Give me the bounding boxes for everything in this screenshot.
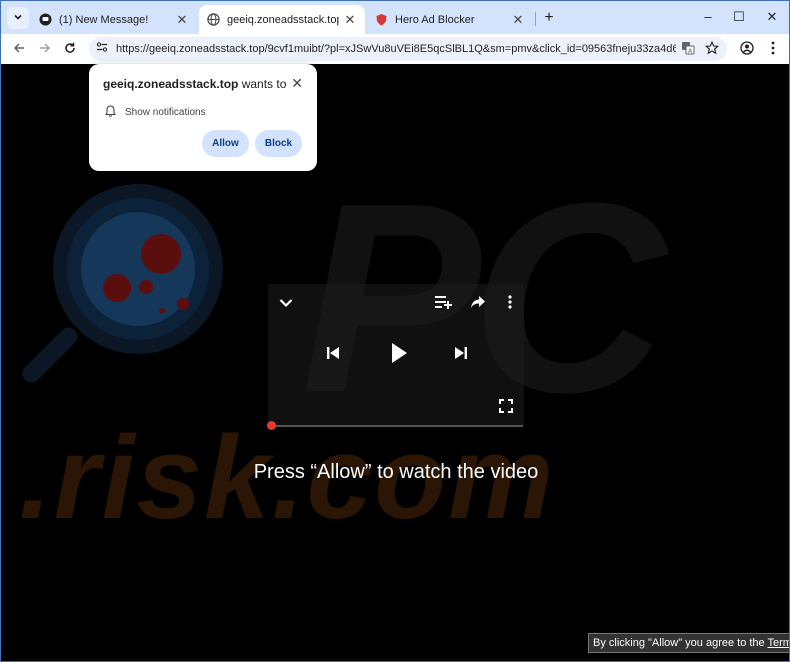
skip-previous-icon bbox=[326, 346, 340, 365]
progress-scrubber[interactable] bbox=[267, 421, 276, 430]
back-button[interactable] bbox=[9, 39, 29, 59]
reload-icon bbox=[64, 41, 76, 57]
tab-separator bbox=[535, 12, 536, 26]
browser-window: (1) New Message! ✕ geeiq.zoneadsstack.to… bbox=[0, 0, 790, 662]
tab-hero-ad-blocker[interactable]: Hero Ad Blocker ✕ bbox=[367, 5, 533, 34]
fullscreen-button[interactable] bbox=[496, 398, 516, 418]
fullscreen-icon bbox=[499, 398, 513, 418]
site-info-icon[interactable] bbox=[96, 40, 108, 58]
tab-new-message[interactable]: (1) New Message! ✕ bbox=[31, 5, 197, 34]
terms-text: By clicking "Allow" you agree to the bbox=[593, 637, 768, 649]
tab-strip: (1) New Message! ✕ geeiq.zoneadsstack.to… bbox=[1, 1, 789, 34]
allow-instruction-text: Press “Allow” to watch the video bbox=[253, 461, 539, 483]
shield-icon bbox=[375, 13, 388, 26]
chevron-down-icon bbox=[279, 295, 293, 313]
notification-permission-popup: geeiq.zoneadsstack.top wants to ✕ Show n… bbox=[89, 64, 317, 171]
next-button[interactable] bbox=[450, 344, 472, 366]
translate-icon[interactable]: A bbox=[681, 41, 695, 60]
permission-label: Show notifications bbox=[125, 107, 206, 118]
arrow-right-icon bbox=[39, 41, 51, 57]
share-button[interactable] bbox=[467, 294, 489, 314]
popup-title: geeiq.zoneadsstack.top wants to bbox=[103, 77, 286, 91]
forward-button[interactable] bbox=[35, 39, 55, 59]
magnifier-watermark-icon bbox=[53, 184, 223, 354]
tab-active-page[interactable]: geeiq.zoneadsstack.top/9cvf1m ✕ bbox=[199, 5, 365, 34]
tab-title: geeiq.zoneadsstack.top/9cvf1m bbox=[227, 13, 339, 26]
url-text: https://geeiq.zoneadsstack.top/9cvf1muib… bbox=[116, 43, 676, 55]
account-icon bbox=[740, 40, 754, 58]
close-tab-icon[interactable]: ✕ bbox=[175, 12, 189, 28]
close-icon[interactable]: ✕ bbox=[291, 75, 303, 92]
globe-icon bbox=[207, 13, 220, 26]
new-tab-button[interactable]: + bbox=[542, 9, 556, 27]
terms-link[interactable]: Terms bbox=[768, 637, 789, 649]
profile-button[interactable] bbox=[737, 39, 757, 59]
collapse-button[interactable] bbox=[276, 294, 296, 314]
allow-button[interactable]: Allow bbox=[202, 130, 249, 157]
chat-favicon-icon bbox=[39, 13, 52, 26]
maximize-button[interactable]: ☐ bbox=[732, 9, 746, 25]
play-button[interactable] bbox=[386, 341, 412, 369]
playlist-add-icon bbox=[435, 295, 453, 314]
more-options-button[interactable] bbox=[502, 294, 518, 314]
menu-button[interactable] bbox=[763, 39, 783, 59]
arrow-left-icon bbox=[13, 41, 25, 57]
add-to-playlist-button[interactable] bbox=[433, 294, 455, 314]
popup-site-name: geeiq.zoneadsstack.top bbox=[103, 77, 239, 91]
tab-title: Hero Ad Blocker bbox=[395, 13, 475, 26]
block-button[interactable]: Block bbox=[255, 130, 302, 157]
tab-title: (1) New Message! bbox=[59, 13, 149, 26]
minimize-button[interactable]: – bbox=[701, 9, 715, 24]
close-tab-icon[interactable]: ✕ bbox=[343, 12, 357, 28]
close-tab-icon[interactable]: ✕ bbox=[511, 12, 525, 28]
address-bar[interactable]: https://geeiq.zoneadsstack.top/9cvf1muib… bbox=[89, 37, 727, 61]
popup-wants-to: wants to bbox=[238, 77, 287, 91]
chevron-down-icon bbox=[13, 9, 23, 27]
close-window-button[interactable]: ✕ bbox=[765, 9, 779, 25]
star-icon[interactable] bbox=[704, 40, 720, 60]
video-player[interactable] bbox=[268, 284, 524, 426]
permission-row: Show notifications bbox=[104, 105, 206, 120]
terms-notice: By clicking "Allow" you agree to the Ter… bbox=[588, 633, 789, 653]
browser-toolbar: https://geeiq.zoneadsstack.top/9cvf1muib… bbox=[1, 34, 789, 64]
play-icon bbox=[390, 342, 408, 369]
share-arrow-icon bbox=[470, 295, 486, 314]
reload-button[interactable] bbox=[60, 39, 80, 59]
more-vertical-icon bbox=[508, 294, 512, 314]
magnifier-handle bbox=[18, 323, 82, 387]
bell-icon bbox=[104, 105, 117, 120]
more-vertical-icon bbox=[771, 41, 775, 58]
previous-button[interactable] bbox=[322, 344, 344, 366]
skip-next-icon bbox=[454, 346, 468, 365]
tab-search-button[interactable] bbox=[7, 7, 29, 29]
video-progress-bar[interactable] bbox=[271, 425, 523, 427]
